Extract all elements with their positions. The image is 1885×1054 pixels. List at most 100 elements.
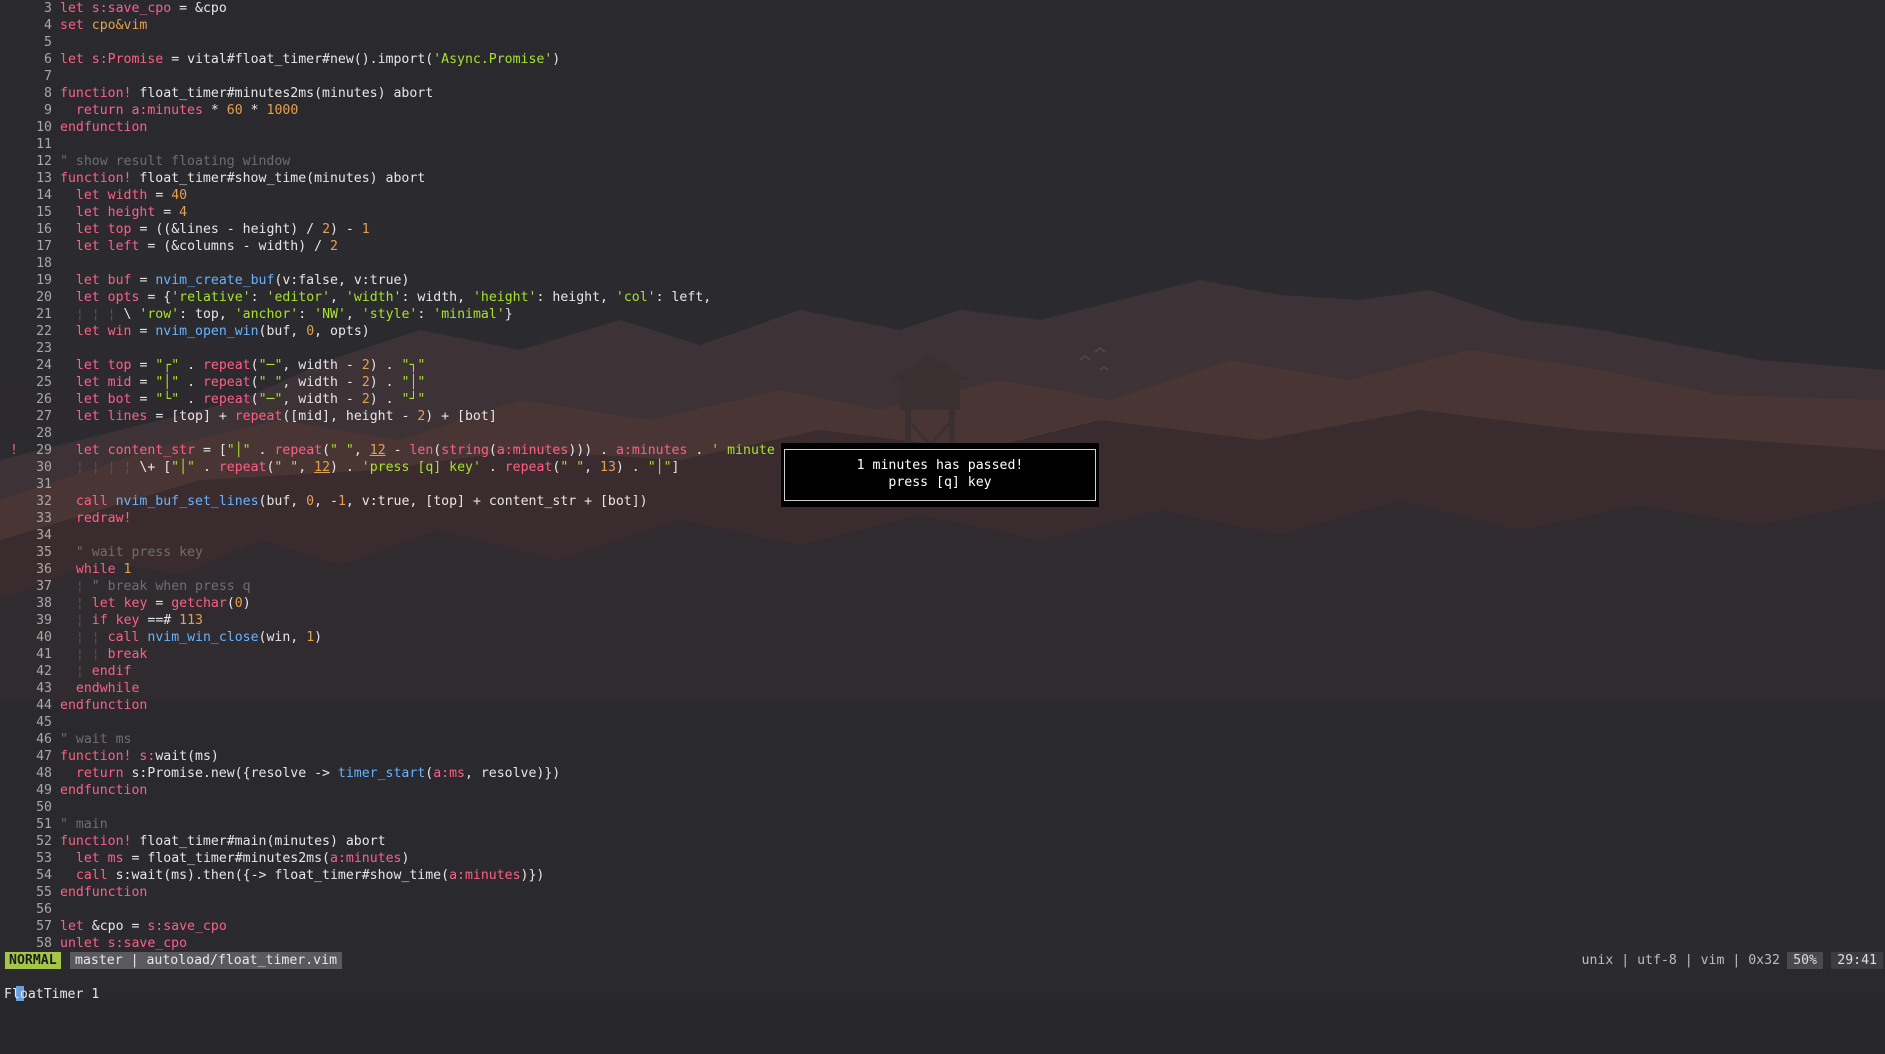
code-line[interactable]: 58 unlet s:save_cpo bbox=[0, 935, 1885, 952]
code-line[interactable]: 14 let width = 40 bbox=[0, 187, 1885, 204]
code-line[interactable]: 4 set cpo&vim bbox=[0, 17, 1885, 34]
code-line[interactable]: 53 let ms = float_timer#minutes2ms(a:min… bbox=[0, 850, 1885, 867]
line-number: 44 bbox=[36, 698, 52, 713]
code-line[interactable]: 47 function! s:wait(ms) bbox=[0, 748, 1885, 765]
code-line[interactable]: 13 function! float_timer#show_time(minute… bbox=[0, 170, 1885, 187]
line-number: 3 bbox=[44, 1, 52, 16]
code-text: endfunction bbox=[60, 783, 148, 798]
code-text: " wait ms bbox=[60, 732, 132, 747]
line-number: 32 bbox=[36, 494, 52, 509]
code-line[interactable]: 48 return s:Promise.new({resolve -> time… bbox=[0, 765, 1885, 782]
line-number: 8 bbox=[44, 86, 52, 101]
float-timer-window: 1 minutes has passed! press [q] key bbox=[781, 443, 1099, 507]
code-line[interactable]: 46 " wait ms bbox=[0, 731, 1885, 748]
code-line[interactable]: 36 while 1 bbox=[0, 561, 1885, 578]
code-text: ¦ ¦ break bbox=[75, 647, 148, 662]
code-line[interactable]: 6 let s:Promise = vital#float_timer#new()… bbox=[0, 51, 1885, 68]
code-line[interactable]: 35 " wait press key bbox=[0, 544, 1885, 561]
code-text: let ms = float_timer#minutes2ms(a:minute… bbox=[75, 851, 410, 866]
code-line[interactable]: 41 ¦ ¦ break bbox=[0, 646, 1885, 663]
code-line[interactable]: 37 ¦ " break when press q bbox=[0, 578, 1885, 595]
code-text: let &cpo = s:save_cpo bbox=[60, 919, 227, 934]
code-line[interactable]: 49 endfunction bbox=[0, 782, 1885, 799]
code-text: let left = (&columns - width) / 2 bbox=[75, 239, 338, 254]
line-number: 51 bbox=[36, 817, 52, 832]
code-text: call s:wait(ms).then({-> float_timer#sho… bbox=[75, 868, 545, 883]
command-text: FloatTimer 1 bbox=[4, 987, 100, 1002]
code-text: ¦ ¦ ¦ ¦ \+ ["│" . repeat(" ", 12) . 'pre… bbox=[75, 460, 680, 475]
line-number: 21 bbox=[36, 307, 52, 322]
code-line[interactable]: 33 redraw! bbox=[0, 510, 1885, 527]
code-line[interactable]: 3 let s:save_cpo = &cpo bbox=[0, 0, 1885, 17]
code-line[interactable]: 34 bbox=[0, 527, 1885, 544]
line-number: 15 bbox=[36, 205, 52, 220]
code-text: let opts = {'relative': 'editor', 'width… bbox=[75, 290, 712, 305]
code-line[interactable]: 40 ¦ ¦ call nvim_win_close(win, 1) bbox=[0, 629, 1885, 646]
code-text: ¦ " break when press q bbox=[75, 579, 251, 594]
line-number: 30 bbox=[36, 460, 52, 475]
code-text: endfunction bbox=[60, 885, 148, 900]
code-line[interactable]: 7 bbox=[0, 68, 1885, 85]
code-line[interactable]: 12 " show result floating window bbox=[0, 153, 1885, 170]
code-text: function! s:wait(ms) bbox=[60, 749, 219, 764]
code-line[interactable]: 57 let &cpo = s:save_cpo bbox=[0, 918, 1885, 935]
line-number: 26 bbox=[36, 392, 52, 407]
code-line[interactable]: 43 endwhile bbox=[0, 680, 1885, 697]
code-line[interactable]: 55 endfunction bbox=[0, 884, 1885, 901]
code-line[interactable]: 44 endfunction bbox=[0, 697, 1885, 714]
line-number: 33 bbox=[36, 511, 52, 526]
line-number: 14 bbox=[36, 188, 52, 203]
code-line[interactable]: 51 " main bbox=[0, 816, 1885, 833]
code-line[interactable]: 15 let height = 4 bbox=[0, 204, 1885, 221]
line-number: 19 bbox=[36, 273, 52, 288]
code-line[interactable]: 50 bbox=[0, 799, 1885, 816]
code-line[interactable]: 27 let lines = [top] + repeat([mid], hei… bbox=[0, 408, 1885, 425]
code-line[interactable]: 26 let bot = "└" . repeat("─", width - 2… bbox=[0, 391, 1885, 408]
code-line[interactable]: 20 let opts = {'relative': 'editor', 'wi… bbox=[0, 289, 1885, 306]
code-text: let top = "┌" . repeat("─", width - 2) .… bbox=[75, 358, 426, 373]
code-line[interactable]: 17 let left = (&columns - width) / 2 bbox=[0, 238, 1885, 255]
code-line[interactable]: 19 let buf = nvim_create_buf(v:false, v:… bbox=[0, 272, 1885, 289]
code-line[interactable]: 18 bbox=[0, 255, 1885, 272]
code-line[interactable]: 45 bbox=[0, 714, 1885, 731]
code-text: function! float_timer#show_time(minutes)… bbox=[60, 171, 426, 186]
line-number: 7 bbox=[44, 69, 52, 84]
line-number: 48 bbox=[36, 766, 52, 781]
code-text: return a:minutes * 60 * 1000 bbox=[75, 103, 299, 118]
code-line[interactable]: 56 bbox=[0, 901, 1885, 918]
code-line[interactable]: 52 function! float_timer#main(minutes) ab… bbox=[0, 833, 1885, 850]
code-line[interactable]: 38 ¦ let key = getchar(0) bbox=[0, 595, 1885, 612]
code-line[interactable]: 21 ¦ ¦ ¦ \ 'row': top, 'anchor': 'NW', '… bbox=[0, 306, 1885, 323]
code-line[interactable]: 54 call s:wait(ms).then({-> float_timer#… bbox=[0, 867, 1885, 884]
code-line[interactable]: 8 function! float_timer#minutes2ms(minute… bbox=[0, 85, 1885, 102]
code-line[interactable]: 16 let top = ((&lines - height) / 2) - 1 bbox=[0, 221, 1885, 238]
code-line[interactable]: 10 endfunction bbox=[0, 119, 1885, 136]
code-line[interactable]: 42 ¦ endif bbox=[0, 663, 1885, 680]
code-text: let content_str = ["│" . repeat(" ", 12 … bbox=[75, 443, 775, 458]
code-text: " wait press key bbox=[75, 545, 203, 560]
code-line[interactable]: 39 ¦ if key ==# 113 bbox=[0, 612, 1885, 629]
code-line[interactable]: 5 bbox=[0, 34, 1885, 51]
command-line[interactable]: FloatTimer 1 bbox=[0, 969, 1885, 1002]
code-line[interactable]: 9 return a:minutes * 60 * 1000 bbox=[0, 102, 1885, 119]
code-line[interactable]: 23 bbox=[0, 340, 1885, 357]
line-number: 16 bbox=[36, 222, 52, 237]
line-number: 34 bbox=[36, 528, 52, 543]
code-line[interactable]: 24 let top = "┌" . repeat("─", width - 2… bbox=[0, 357, 1885, 374]
line-number: 40 bbox=[36, 630, 52, 645]
line-number: 27 bbox=[36, 409, 52, 424]
line-number: 42 bbox=[36, 664, 52, 679]
line-number: 52 bbox=[36, 834, 52, 849]
code-text: let bot = "└" . repeat("─", width - 2) .… bbox=[75, 392, 426, 407]
code-line[interactable]: 28 bbox=[0, 425, 1885, 442]
float-hint: press [q] key bbox=[888, 475, 992, 490]
code-text: ¦ if key ==# 113 bbox=[75, 613, 203, 628]
code-line[interactable]: 25 let mid = "│" . repeat(" ", width - 2… bbox=[0, 374, 1885, 391]
code-text: ¦ ¦ ¦ \ 'row': top, 'anchor': 'NW', 'sty… bbox=[75, 307, 513, 322]
line-number: 55 bbox=[36, 885, 52, 900]
code-line[interactable]: 22 let win = nvim_open_win(buf, 0, opts) bbox=[0, 323, 1885, 340]
line-number: 57 bbox=[36, 919, 52, 934]
code-text: endwhile bbox=[75, 681, 140, 696]
line-number: 35 bbox=[36, 545, 52, 560]
code-line[interactable]: 11 bbox=[0, 136, 1885, 153]
